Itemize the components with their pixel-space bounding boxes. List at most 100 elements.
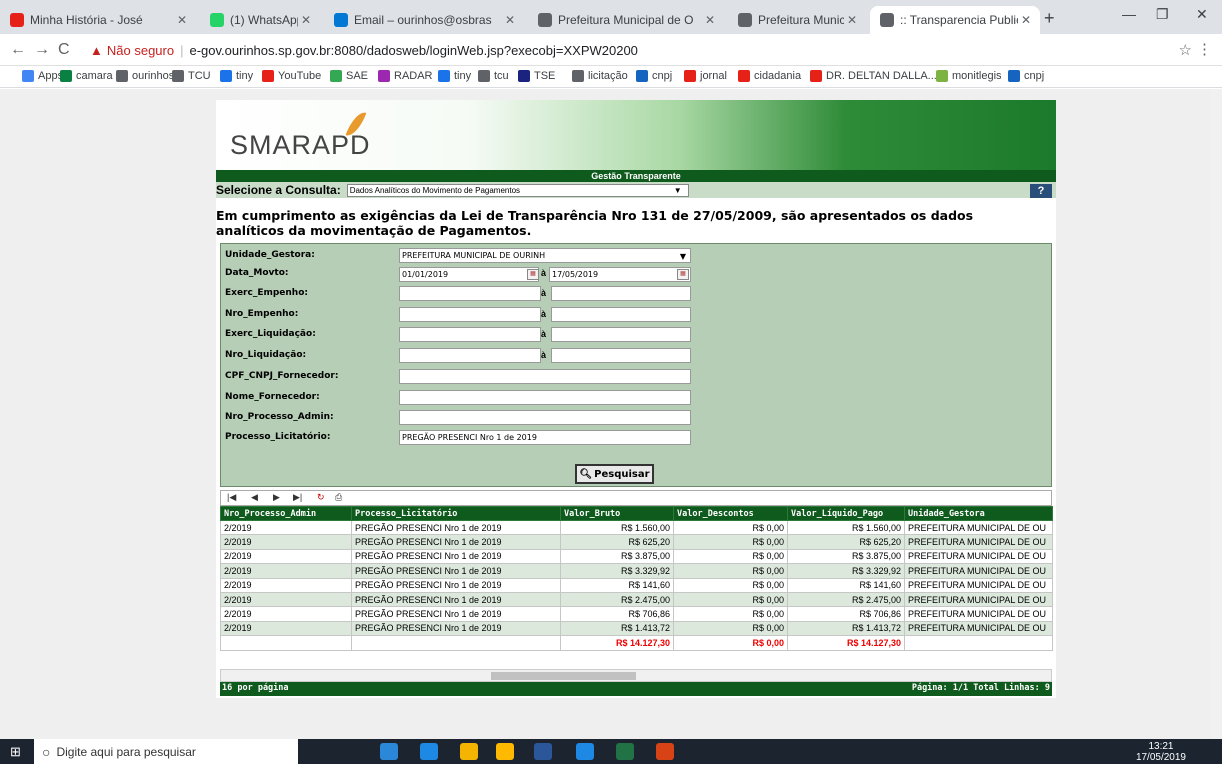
word-icon[interactable] [534, 743, 552, 760]
forward-icon[interactable]: → [34, 41, 50, 59]
row-exerc-liquidacao: Exerc_Liquidação: à [221, 327, 1051, 343]
column-header[interactable]: Processo_Licitatório [351, 506, 561, 521]
bookmark-item[interactable]: YouTube [262, 70, 321, 82]
bookmark-item[interactable]: TSE [518, 70, 555, 82]
nro-empenho-from[interactable] [399, 307, 541, 322]
taskbar-search[interactable]: ○ Digite aqui para pesquisar [34, 739, 298, 764]
table-cell: PREGÃO PRESENCI Nro 1 de 2019 [351, 534, 561, 550]
bookmark-item[interactable]: TCU [172, 70, 211, 82]
vertical-scrollbar[interactable] [1210, 89, 1222, 739]
calendar-icon[interactable]: ▦ [527, 269, 539, 280]
tab-favicon-icon [538, 13, 552, 27]
excel-icon[interactable] [616, 743, 634, 760]
bookmark-item[interactable]: monitlegis [936, 70, 1002, 82]
calendar-icon[interactable]: ▦ [677, 269, 689, 280]
table-cell: R$ 0,00 [673, 563, 788, 579]
prev-page-icon[interactable]: ◀ [251, 492, 258, 503]
browser-tab[interactable]: Minha História - José ✕ [0, 6, 196, 34]
table-row[interactable]: 2/2019 PREGÃO PRESENCI Nro 1 de 2019 R$ 3.… [220, 563, 1053, 579]
paint-icon[interactable] [656, 743, 674, 760]
range-separator: à [541, 268, 547, 278]
bookmark-item[interactable]: cidadania [738, 70, 801, 82]
nro-liquidacao-to[interactable] [551, 348, 691, 363]
bookmark-item[interactable]: ourinhos [116, 70, 174, 82]
table-row[interactable]: 2/2019 PREGÃO PRESENCI Nro 1 de 2019 R$ 2.… [220, 591, 1053, 608]
bookmark-item[interactable]: camara [60, 70, 113, 82]
browser-tab[interactable]: Email – ourinhos@osbras ✕ [324, 6, 524, 34]
bookmark-item[interactable]: cnpj [636, 70, 672, 82]
nro-empenho-to[interactable] [551, 307, 691, 322]
close-tab-icon[interactable]: ✕ [174, 13, 190, 27]
close-tab-icon[interactable]: ✕ [502, 13, 518, 27]
last-page-icon[interactable]: ▶| [293, 492, 302, 503]
table-row[interactable]: 2/2019 PREGÃO PRESENCI Nro 1 de 2019 R$ 3.… [220, 548, 1053, 565]
chrome-icon[interactable] [460, 743, 478, 760]
restore-icon[interactable]: ❐ [1156, 6, 1169, 23]
column-header[interactable]: Nro_Processo_Admin [220, 506, 352, 521]
search-button[interactable]: 🔍︎ Pesquisar [575, 464, 654, 484]
app-icon[interactable] [420, 743, 438, 760]
table-row[interactable]: 2/2019 PREGÃO PRESENCI Nro 1 de 2019 R$ 14… [220, 577, 1053, 593]
column-header[interactable]: Unidade_Gestora [904, 506, 1053, 521]
skype-icon[interactable] [380, 743, 398, 760]
filter-form: Unidade_Gestora: PREFEITURA MUNICIPAL DE… [220, 243, 1052, 487]
url-field[interactable]: ▲ Não seguro | e-gov.ourinhos.sp.gov.br:… [90, 38, 1180, 62]
table-row[interactable]: 2/2019 PREGÃO PRESENCI Nro 1 de 2019 R$ 1.… [220, 620, 1053, 637]
clock[interactable]: 13:21 17/05/2019 [1136, 741, 1186, 763]
reload-icon[interactable]: C [58, 41, 70, 59]
bookmark-item[interactable]: DR. DELTAN DALLA... [810, 70, 937, 82]
cpf-field[interactable] [399, 369, 691, 384]
bookmark-item[interactable]: SAE [330, 70, 368, 82]
nome-field[interactable] [399, 390, 691, 405]
refresh-icon[interactable]: ↻ [317, 492, 325, 503]
table-row[interactable]: 2/2019 PREGÃO PRESENCI Nro 1 de 2019 R$ 1.… [220, 519, 1053, 536]
processo-admin-field[interactable] [399, 410, 691, 425]
close-tab-icon[interactable]: ✕ [844, 13, 860, 27]
bookmark-item[interactable]: cnpj [1008, 70, 1044, 82]
close-window-icon[interactable]: ✕ [1196, 6, 1208, 23]
table-row[interactable]: 2/2019 PREGÃO PRESENCI Nro 1 de 2019 R$ 70… [220, 606, 1053, 622]
close-tab-icon[interactable]: ✕ [1018, 13, 1034, 27]
exerc-liquidacao-from[interactable] [399, 327, 541, 342]
query-select[interactable]: Dados Analíticos do Movimento de Pagamen… [346, 183, 689, 197]
file-explorer-icon[interactable] [496, 743, 514, 760]
minimize-icon[interactable]: — [1122, 6, 1136, 22]
scroll-thumb[interactable] [491, 672, 636, 680]
next-page-icon[interactable]: ▶ [273, 492, 280, 503]
bookmark-item[interactable]: jornal [684, 70, 727, 82]
data-to-field[interactable]: 17/05/2019 [549, 267, 691, 282]
browser-tab[interactable]: (1) WhatsApp ✕ [200, 6, 320, 34]
new-tab-button[interactable]: + [1044, 8, 1055, 29]
bookmark-item[interactable]: RADAR [378, 70, 433, 82]
exerc-empenho-from[interactable] [399, 286, 541, 301]
table-row[interactable]: 2/2019 PREGÃO PRESENCI Nro 1 de 2019 R$ 62… [220, 534, 1053, 550]
first-page-icon[interactable]: |◀ [227, 492, 236, 503]
horizontal-scrollbar[interactable] [220, 669, 1052, 682]
back-icon[interactable]: ← [10, 41, 26, 59]
column-header[interactable]: Valor_Descontos [673, 506, 788, 521]
bookmark-item[interactable]: tcu [478, 70, 509, 82]
bookmark-item[interactable]: tiny [220, 70, 253, 82]
bookmark-item[interactable]: Apps [22, 70, 63, 82]
nro-liquidacao-from[interactable] [399, 348, 541, 363]
column-header[interactable]: Valor_Líquido_Pago [787, 506, 905, 521]
menu-icon[interactable]: ⋮ [1197, 40, 1212, 58]
close-tab-icon[interactable]: ✕ [298, 13, 314, 27]
bookmark-star-icon[interactable]: ☆ [1179, 41, 1192, 59]
column-header[interactable]: Valor_Bruto [560, 506, 674, 521]
help-icon[interactable]: ? [1030, 184, 1052, 198]
print-icon[interactable]: ⎙ [335, 492, 342, 503]
processo-lic-field[interactable]: PREGÃO PRESENCI Nro 1 de 2019 [399, 430, 691, 445]
edge-icon[interactable] [576, 743, 594, 760]
exerc-empenho-to[interactable] [551, 286, 691, 301]
browser-tab[interactable]: :: Transparencia Publicas::✕ [870, 6, 1040, 34]
windows-start-icon[interactable]: ⊞ [10, 744, 21, 760]
bookmark-item[interactable]: licitação [572, 70, 628, 82]
browser-tab[interactable]: Prefeitura Municipal de O✕ [528, 6, 724, 34]
browser-tab[interactable]: Prefeitura Municipal de O✕ [728, 6, 866, 34]
close-tab-icon[interactable]: ✕ [702, 13, 718, 27]
exerc-liquidacao-to[interactable] [551, 327, 691, 342]
bookmark-item[interactable]: tiny [438, 70, 471, 82]
data-from-field[interactable]: 01/01/2019 [399, 267, 539, 282]
unidade-select[interactable]: PREFEITURA MUNICIPAL DE OURINH ▼ [399, 248, 691, 263]
